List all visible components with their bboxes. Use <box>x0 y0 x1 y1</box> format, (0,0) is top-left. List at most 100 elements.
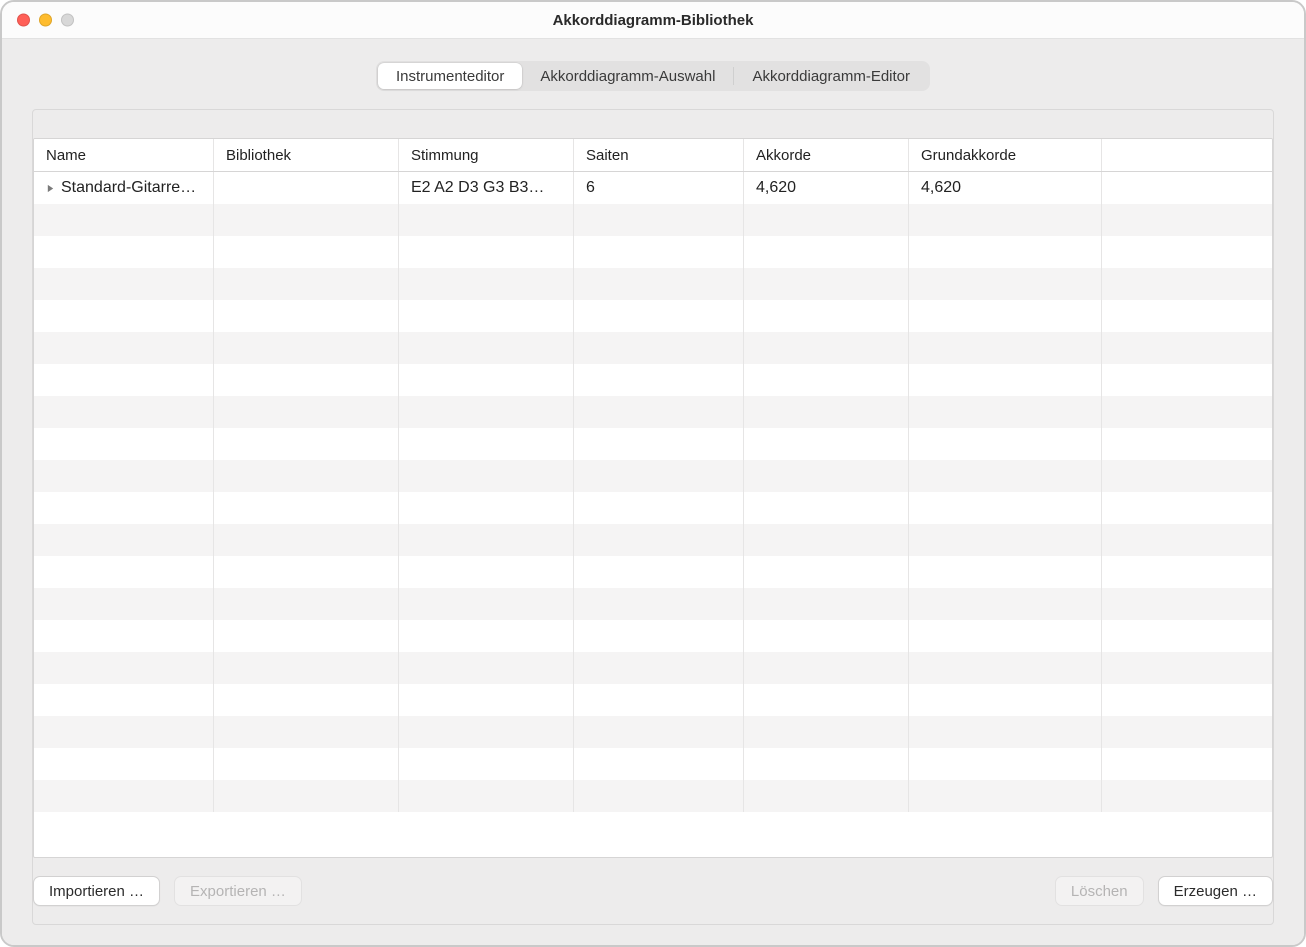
cell-ext <box>1102 588 1272 620</box>
cell-root <box>909 268 1102 300</box>
cell-root <box>909 684 1102 716</box>
close-window-button[interactable] <box>17 14 30 27</box>
col-header-name[interactable]: Name <box>34 139 214 171</box>
cell-str: 6 <box>574 172 744 204</box>
cell-tune <box>399 652 574 684</box>
tab-chord-selection[interactable]: Akkorddiagramm-Auswahl <box>522 63 733 89</box>
cell-ch <box>744 492 909 524</box>
cell-lib <box>214 524 399 556</box>
minimize-window-button[interactable] <box>39 14 52 27</box>
cell-lib <box>214 460 399 492</box>
cell-name <box>34 556 214 588</box>
zoom-window-button[interactable] <box>61 14 74 27</box>
cell-str <box>574 364 744 396</box>
cell-lib <box>214 780 399 812</box>
table-row <box>34 524 1272 556</box>
cell-ext <box>1102 364 1272 396</box>
cell-tune <box>399 716 574 748</box>
cell-root <box>909 748 1102 780</box>
col-header-chords[interactable]: Akkorde <box>744 139 909 171</box>
cell-root <box>909 236 1102 268</box>
cell-lib <box>214 204 399 236</box>
cell-root <box>909 492 1102 524</box>
tab-label: Akkorddiagramm-Auswahl <box>540 68 715 85</box>
delete-button[interactable]: Löschen <box>1055 876 1144 906</box>
cell-name <box>34 300 214 332</box>
table-row <box>34 236 1272 268</box>
cell-name <box>34 268 214 300</box>
col-header-root-chords[interactable]: Grundakkorde <box>909 139 1102 171</box>
cell-ext <box>1102 684 1272 716</box>
cell-ext <box>1102 524 1272 556</box>
cell-lib <box>214 300 399 332</box>
table-row <box>34 684 1272 716</box>
cell-name <box>34 588 214 620</box>
cell-str <box>574 204 744 236</box>
cell-str <box>574 492 744 524</box>
cell-ch <box>744 748 909 780</box>
cell-tune <box>399 748 574 780</box>
table-row <box>34 556 1272 588</box>
cell-str <box>574 300 744 332</box>
cell-ch <box>744 524 909 556</box>
cell-lib <box>214 236 399 268</box>
cell-lib <box>214 748 399 780</box>
cell-root <box>909 300 1102 332</box>
cell-root <box>909 620 1102 652</box>
cell-ch <box>744 588 909 620</box>
window: Akkorddiagramm-Bibliothek Instrumentedit… <box>0 0 1306 947</box>
cell-lib <box>214 556 399 588</box>
cell-name <box>34 716 214 748</box>
cell-ext <box>1102 236 1272 268</box>
cell-root <box>909 428 1102 460</box>
cell-tune <box>399 364 574 396</box>
window-title: Akkorddiagramm-Bibliothek <box>553 12 754 29</box>
import-button[interactable]: Importieren … <box>33 876 160 906</box>
cell-ch <box>744 300 909 332</box>
cell-ext <box>1102 652 1272 684</box>
cell-ch <box>744 716 909 748</box>
cell-lib <box>214 172 399 204</box>
view-tabs: Instrumenteditor Akkorddiagramm-Auswahl … <box>376 61 930 91</box>
table-row <box>34 204 1272 236</box>
cell-name <box>34 460 214 492</box>
table-row <box>34 780 1272 812</box>
cell-lib <box>214 652 399 684</box>
cell-ext <box>1102 268 1272 300</box>
table-row <box>34 300 1272 332</box>
table-row <box>34 428 1272 460</box>
col-header-strings[interactable]: Saiten <box>574 139 744 171</box>
table-row[interactable]: Standard-Gitarre…E2 A2 D3 G3 B3…64,6204,… <box>34 172 1272 204</box>
cell-root <box>909 652 1102 684</box>
cell-tune <box>399 300 574 332</box>
cell-name <box>34 780 214 812</box>
disclosure-triangle-icon[interactable] <box>46 184 55 193</box>
cell-tune <box>399 684 574 716</box>
table-row <box>34 332 1272 364</box>
cell-tune <box>399 620 574 652</box>
cell-tune <box>399 780 574 812</box>
col-header-tuning[interactable]: Stimmung <box>399 139 574 171</box>
spacer <box>316 876 1041 906</box>
cell-name <box>34 620 214 652</box>
cell-str <box>574 716 744 748</box>
cell-str <box>574 396 744 428</box>
create-button[interactable]: Erzeugen … <box>1158 876 1273 906</box>
cell-str <box>574 748 744 780</box>
cell-str <box>574 428 744 460</box>
cell-ch <box>744 780 909 812</box>
cell-name <box>34 684 214 716</box>
content-panel: Name Bibliothek Stimmung Saiten Akkorde … <box>32 109 1274 925</box>
cell-root <box>909 556 1102 588</box>
cell-name <box>34 364 214 396</box>
cell-root <box>909 396 1102 428</box>
tab-chord-editor[interactable]: Akkorddiagramm-Editor <box>734 63 928 89</box>
table-row <box>34 620 1272 652</box>
cell-lib <box>214 268 399 300</box>
instruments-table: Name Bibliothek Stimmung Saiten Akkorde … <box>33 138 1273 858</box>
tab-instrument-editor[interactable]: Instrumenteditor <box>378 63 522 89</box>
col-header-library[interactable]: Bibliothek <box>214 139 399 171</box>
cell-str <box>574 460 744 492</box>
export-button[interactable]: Exportieren … <box>174 876 302 906</box>
cell-str <box>574 332 744 364</box>
